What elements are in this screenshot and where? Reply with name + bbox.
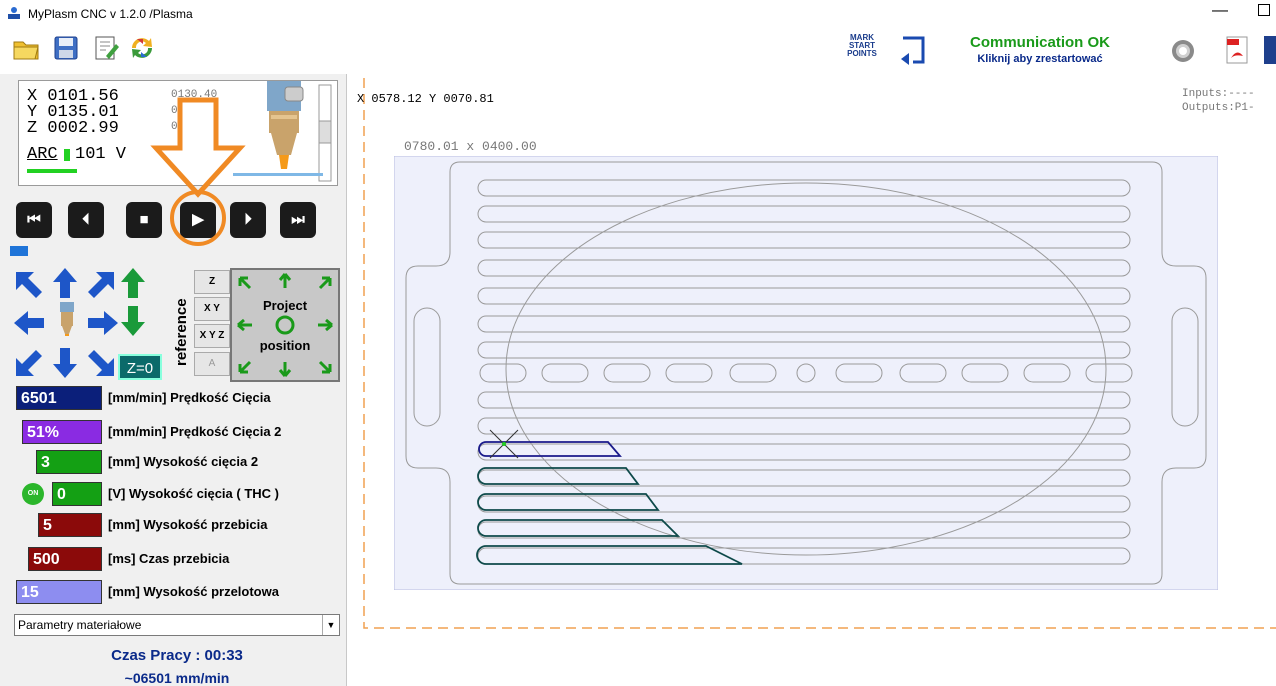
return-arrow-icon[interactable] <box>897 35 927 65</box>
refresh-icon[interactable] <box>128 34 156 62</box>
position-label: position <box>259 338 311 353</box>
reference-xyz-button[interactable]: X Y Z <box>194 324 230 348</box>
param-row-pierce-height: 5 [mm] Wysokość przebicia <box>38 513 346 539</box>
cut-speed-2-field[interactable]: 51% <box>22 420 102 444</box>
communication-status-title: Communication OK <box>969 34 1110 51</box>
save-icon[interactable] <box>52 34 80 62</box>
panel-divider <box>346 74 347 686</box>
arrow-down-left-icon[interactable] <box>12 346 46 380</box>
job-progress-bar <box>10 246 28 256</box>
z-up-arrow-icon[interactable] <box>116 266 150 300</box>
arc-bar <box>27 169 77 173</box>
open-folder-icon[interactable] <box>12 34 40 62</box>
gear-icon[interactable] <box>1170 38 1196 64</box>
window-title: MyPlasm CNC v 1.2.0 /Plasma <box>28 7 193 21</box>
material-params-value: Parametry materiałowe <box>18 618 142 632</box>
communication-status[interactable]: Communication OK Kliknij aby zrestartowa… <box>962 34 1118 65</box>
cut-height-2-field[interactable]: 3 <box>36 450 102 474</box>
arc-voltage: 101 V <box>75 145 127 164</box>
step-back-button[interactable]: ⏴ <box>68 202 104 238</box>
cut-height-2-label: [mm] Wysokość cięcia 2 <box>108 454 259 469</box>
cursor-coordinates: X 0578.12 Y 0070.81 <box>357 92 494 106</box>
thc-voltage-label: [V] Wysokość cięcia ( THC ) <box>108 486 279 501</box>
z-zero-button[interactable]: Z=0 <box>118 354 162 380</box>
cut-speed-field[interactable]: 6501 <box>16 386 102 410</box>
arc-indicator <box>64 149 70 161</box>
svg-text:reference: reference <box>173 298 190 366</box>
arrow-up-icon[interactable] <box>48 266 82 300</box>
mark-start-points-button[interactable]: MARK START POINTS <box>840 34 884 64</box>
pierce-time-label: [ms] Czas przebicia <box>108 551 230 566</box>
inputs-status: Inputs:---- <box>1182 88 1255 100</box>
arrow-up-right-icon[interactable] <box>84 268 118 302</box>
skip-to-start-button[interactable]: ⏮ <box>16 202 52 238</box>
param-row-travel-height: 15 [mm] Wysokość przelotowa <box>16 580 346 606</box>
edit-document-icon[interactable] <box>92 34 120 62</box>
arrow-left-icon[interactable] <box>12 306 46 340</box>
thc-voltage-field[interactable]: 0 <box>52 482 102 506</box>
param-row-cut-speed-2: 51% [mm/min] Prędkość Cięcia 2 <box>22 420 346 446</box>
cut-speed-2-label: [mm/min] Prędkość Cięcia 2 <box>108 424 282 439</box>
z-down-arrow-icon[interactable] <box>116 304 150 338</box>
reference-z-button[interactable]: Z <box>194 270 230 294</box>
project-position-button[interactable]: Project position <box>230 268 340 382</box>
minimize-button[interactable]: — <box>1212 2 1228 20</box>
chevron-down-icon: ▼ <box>322 615 339 635</box>
arrow-down-right-icon[interactable] <box>84 346 118 380</box>
toolpath-drawing <box>394 156 1218 590</box>
arrow-right-icon[interactable] <box>86 306 120 340</box>
current-speed: ~06501 mm/min <box>124 670 230 686</box>
skip-to-end-button[interactable]: ⏭ <box>280 202 316 238</box>
param-row-cut-speed: 6501 [mm/min] Prędkość Cięcia <box>16 386 346 412</box>
pierce-height-field[interactable]: 5 <box>38 513 102 537</box>
arrow-down-icon[interactable] <box>48 346 82 380</box>
cut-speed-label: [mm/min] Prędkość Cięcia <box>108 390 271 405</box>
param-row-thc: 0 [V] Wysokość cięcia ( THC ) <box>52 482 346 508</box>
app-icon <box>8 7 20 19</box>
param-row-pierce-time: 500 [ms] Czas przebicia <box>28 547 346 573</box>
reference-label: reference <box>173 298 190 366</box>
arrow-up-left-icon[interactable] <box>12 268 46 302</box>
reference-a-button[interactable]: A <box>194 352 230 376</box>
work-time: Czas Pracy : 00:33 <box>111 647 243 664</box>
io-status: Inputs:---- Outputs:P1- <box>1182 87 1255 115</box>
travel-height-field[interactable]: 15 <box>16 580 102 604</box>
annotation-arrow-icon <box>150 97 246 246</box>
pierce-time-field[interactable]: 500 <box>28 547 102 571</box>
thc-on-toggle[interactable]: ON <box>22 483 44 505</box>
communication-restart-hint: Kliknij aby zrestartować <box>977 53 1103 65</box>
travel-height-label: [mm] Wysokość przelotowa <box>108 584 279 599</box>
material-params-select[interactable]: Parametry materiałowe ▼ <box>14 614 340 636</box>
maximize-button[interactable] <box>1258 4 1270 16</box>
torch-small-icon <box>60 302 74 336</box>
project-label: Project <box>262 298 308 313</box>
z-coordinate: Z 0002.99 <box>27 119 119 138</box>
reference-xy-button[interactable]: X Y <box>194 297 230 321</box>
arc-label: ARC <box>27 145 58 164</box>
points-label: POINTS <box>847 49 877 58</box>
title-bar: MyPlasm CNC v 1.2.0 /Plasma — <box>0 0 1276 28</box>
param-row-cut-height-2: 3 [mm] Wysokość cięcia 2 <box>36 450 346 476</box>
pierce-height-label: [mm] Wysokość przebicia <box>108 517 268 532</box>
pdf-icon[interactable] <box>1226 36 1248 64</box>
outputs-status: Outputs:P1- <box>1182 102 1255 114</box>
sheet-dimensions: 0780.01 x 0400.00 <box>404 139 537 154</box>
panel-icon[interactable] <box>1264 36 1276 64</box>
project-arrows-icon <box>237 273 333 377</box>
